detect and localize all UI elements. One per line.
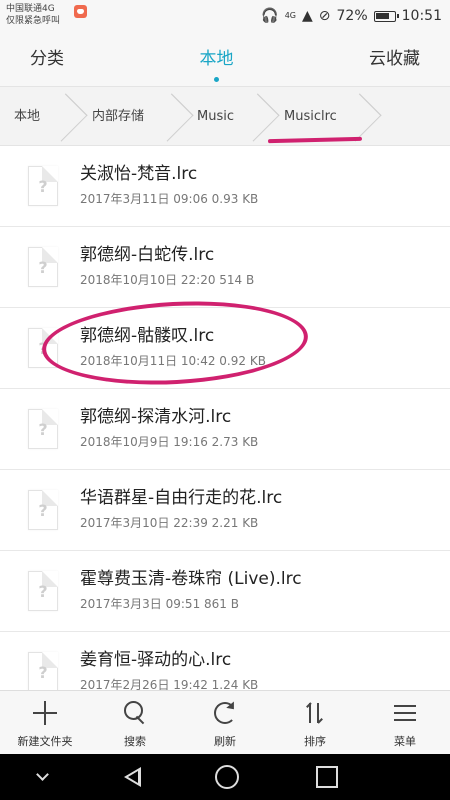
clock: 10:51 [401, 8, 442, 24]
list-item[interactable]: ? 霍尊费玉清-卷珠帘 (Live).lrc 2017年3月3日 09:51 8… [0, 551, 450, 632]
breadcrumb-music[interactable]: Music [197, 87, 234, 147]
breadcrumb-local[interactable]: 本地 [14, 87, 40, 147]
tab-local[interactable]: 本地 [200, 44, 234, 82]
sort-icon [302, 700, 328, 726]
list-item[interactable]: ? 关淑怡-梵音.lrc 2017年3月11日 09:06 0.93 KB [0, 146, 450, 227]
network-type: 4G [284, 11, 296, 20]
breadcrumb-internal-storage[interactable]: 内部存储 [92, 87, 144, 147]
headphones-icon: 🎧 [261, 8, 279, 24]
battery-percent: 72% [336, 8, 368, 24]
recent-apps-icon[interactable] [295, 754, 355, 800]
menu-icon [392, 700, 418, 726]
file-name: 郭德纲-骷髅叹.lrc [80, 326, 215, 346]
search-label: 搜索 [124, 735, 146, 748]
notification-app-icon [74, 5, 87, 18]
plus-icon [32, 700, 58, 726]
file-meta: 2017年2月26日 19:42 1.24 KB [80, 678, 259, 690]
signal-icon: ▲ [302, 8, 313, 24]
new-folder-button[interactable]: 新建文件夹 [0, 691, 90, 754]
list-item[interactable]: ? 郭德纲-探清水河.lrc 2018年10月9日 19:16 2.73 KB [0, 389, 450, 470]
unknown-file-icon: ? [28, 247, 58, 287]
tab-category[interactable]: 分类 [30, 44, 64, 69]
status-bar: 中国联通4G 仅限紧急呼叫 🎧 4G ▲ ⊘ 72% 10:51 [0, 0, 450, 32]
menu-button[interactable]: 菜单 [360, 691, 450, 754]
carrier-info: 中国联通4G 仅限紧急呼叫 [6, 3, 60, 27]
status-right: 🎧 4G ▲ ⊘ 72% 10:51 [261, 6, 442, 26]
file-meta: 2018年10月9日 19:16 2.73 KB [80, 435, 259, 449]
wifi-off-icon: ⊘ [318, 8, 331, 24]
refresh-button[interactable]: 刷新 [180, 691, 270, 754]
sort-label: 排序 [304, 735, 326, 748]
list-item[interactable]: ? 华语群星-自由行走的花.lrc 2017年3月10日 22:39 2.21 … [0, 470, 450, 551]
chevron-right-icon [254, 87, 272, 147]
file-meta: 2018年10月11日 10:42 0.92 KB [80, 354, 266, 368]
list-item[interactable]: ? 郭德纲-白蛇传.lrc 2018年10月10日 22:20 514 B [0, 227, 450, 308]
file-name: 姜育恒-驿动的心.lrc [80, 650, 232, 670]
chevron-right-icon [168, 87, 186, 147]
sort-button[interactable]: 排序 [270, 691, 360, 754]
unknown-file-icon: ? [28, 490, 58, 530]
breadcrumb: 本地 内部存储 Music Musiclrc [0, 86, 450, 146]
unknown-file-icon: ? [28, 652, 58, 690]
back-icon[interactable] [102, 754, 162, 800]
file-name: 关淑怡-梵音.lrc [80, 164, 198, 184]
battery-icon [373, 10, 399, 22]
menu-label: 菜单 [394, 735, 416, 748]
chevron-right-icon [62, 87, 80, 147]
search-button[interactable]: 搜索 [90, 691, 180, 754]
file-list: ? 关淑怡-梵音.lrc 2017年3月11日 09:06 0.93 KB ? … [0, 146, 450, 690]
unknown-file-icon: ? [28, 166, 58, 206]
tab-cloud-favorites[interactable]: 云收藏 [369, 44, 420, 69]
search-icon [122, 700, 148, 726]
chevron-down-icon[interactable] [8, 754, 68, 800]
home-icon[interactable] [195, 754, 255, 800]
refresh-label: 刷新 [214, 735, 236, 748]
file-meta: 2017年3月11日 09:06 0.93 KB [80, 192, 259, 206]
carrier-status: 仅限紧急呼叫 [6, 16, 61, 26]
carrier-name: 中国联通4G [6, 4, 55, 14]
refresh-icon [212, 700, 238, 726]
file-name: 霍尊费玉清-卷珠帘 (Live).lrc [80, 569, 302, 589]
unknown-file-icon: ? [28, 409, 58, 449]
top-tabs: 分类 本地 云收藏 [0, 32, 450, 86]
unknown-file-icon: ? [28, 328, 58, 368]
file-name: 郭德纲-白蛇传.lrc [80, 245, 215, 265]
file-name: 郭德纲-探清水河.lrc [80, 407, 232, 427]
file-meta: 2017年3月3日 09:51 861 B [80, 597, 239, 611]
file-meta: 2017年3月10日 22:39 2.21 KB [80, 516, 259, 530]
file-meta: 2018年10月10日 22:20 514 B [80, 273, 255, 287]
bottom-toolbar: 新建文件夹 搜索 刷新 排序 菜单 [0, 690, 450, 754]
file-name: 华语群星-自由行走的花.lrc [80, 488, 283, 508]
list-item[interactable]: ? 姜育恒-驿动的心.lrc 2017年2月26日 19:42 1.24 KB [0, 632, 450, 690]
new-folder-label: 新建文件夹 [17, 735, 73, 748]
system-nav-bar [0, 754, 450, 800]
unknown-file-icon: ? [28, 571, 58, 611]
list-item[interactable]: ? 郭德纲-骷髅叹.lrc 2018年10月11日 10:42 0.92 KB [0, 308, 450, 389]
